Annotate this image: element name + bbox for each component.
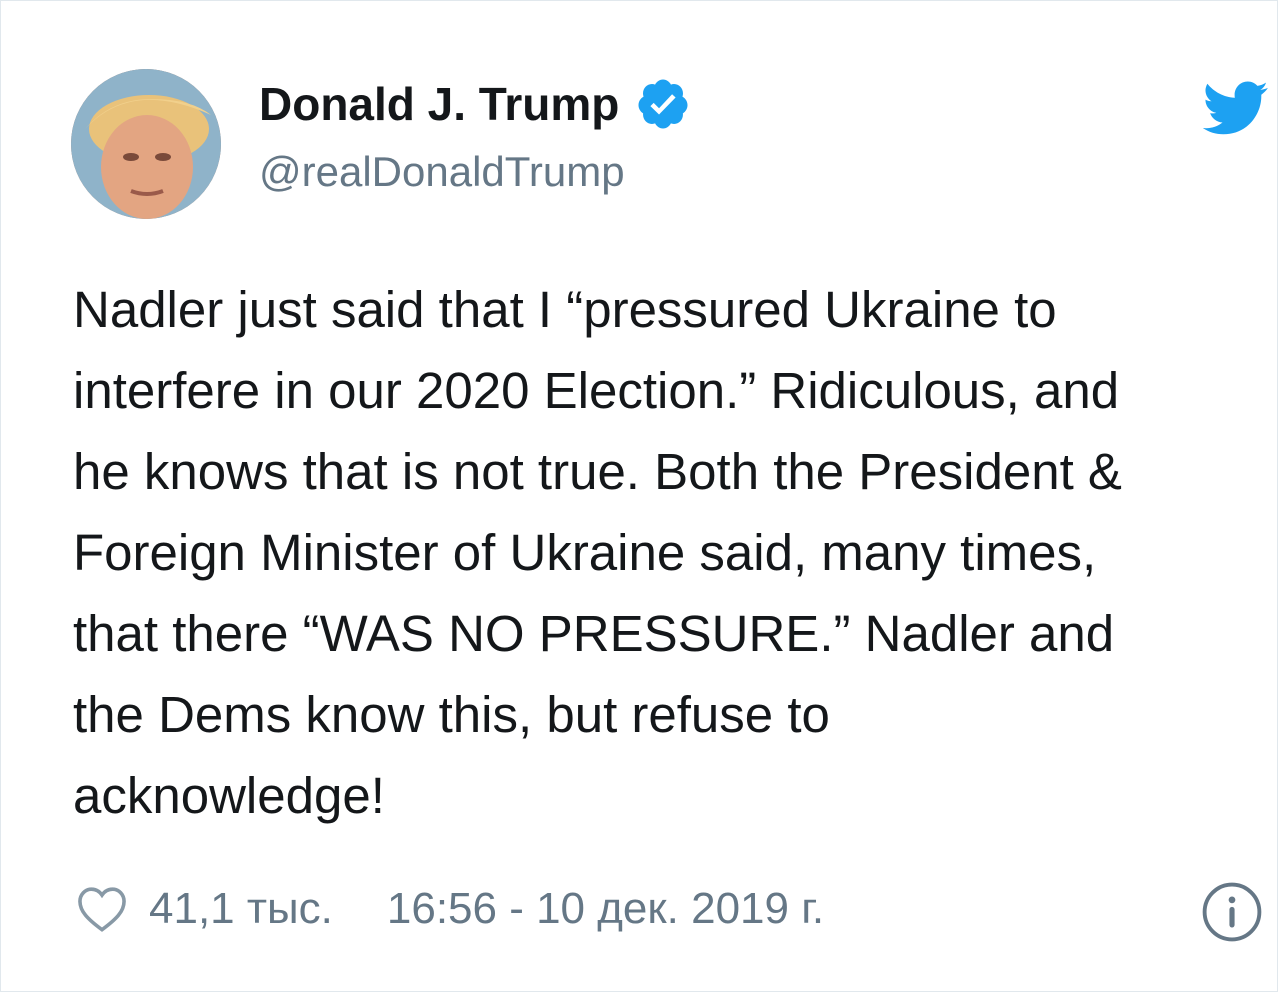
tweet-text-line: interfere in our 2020 Election.” Ridicul…: [73, 362, 1120, 419]
tweet-text-line: Foreign Minister of Ukraine said, many t…: [73, 524, 1097, 581]
tweet-footer: 41,1 тыс. 16:56 - 10 дек. 2019 г.: [75, 879, 824, 939]
tweet-text-line: the Dems know this, but refuse to: [73, 686, 830, 743]
author-name-row: Donald J. Trump: [259, 75, 691, 133]
author-handle[interactable]: @realDonaldTrump: [259, 145, 625, 199]
tweet-text-line: that there “WAS NO PRESSURE.” Nadler and: [73, 605, 1115, 662]
info-icon[interactable]: [1201, 881, 1263, 943]
avatar[interactable]: [71, 69, 221, 219]
display-name[interactable]: Donald J. Trump: [259, 75, 619, 133]
tweet-text: Nadler just said that I “pressured Ukrai…: [73, 269, 1263, 836]
twitter-bird-icon[interactable]: [1203, 81, 1269, 137]
tweet-timestamp[interactable]: 16:56 - 10 дек. 2019 г.: [387, 884, 824, 934]
tweet-text-line: Nadler just said that I “pressured Ukrai…: [73, 281, 1057, 338]
like-count[interactable]: 41,1 тыс.: [149, 884, 333, 934]
tweet-card: Donald J. Trump @realDonaldTrump Nadler …: [0, 0, 1278, 992]
tweet-text-line: he knows that is not true. Both the Pres…: [73, 443, 1122, 500]
heart-icon[interactable]: [75, 882, 129, 936]
tweet-text-line: acknowledge!: [73, 767, 385, 824]
verified-badge-icon: [635, 76, 691, 132]
avatar-image: [71, 69, 221, 219]
